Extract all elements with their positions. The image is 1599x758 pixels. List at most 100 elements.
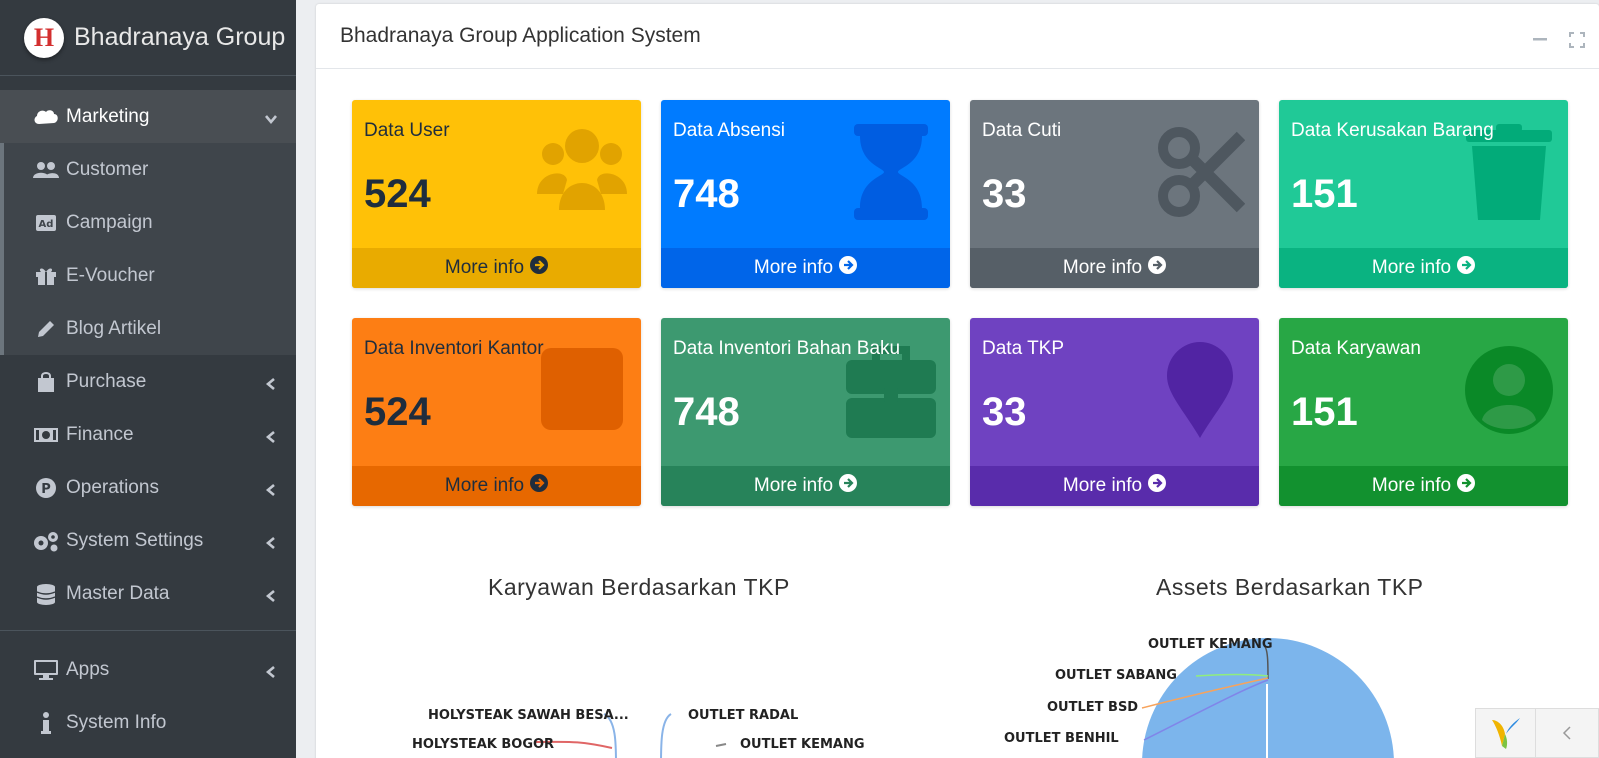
users-icon [537,124,627,220]
brand-name: Bhadranaya Group [74,23,286,51]
chevron-left-icon[interactable] [1536,709,1598,757]
sidebar-item-label: Marketing [66,105,150,127]
page-title: Bhadranaya Group Application System [340,24,701,47]
sidebar-item-system-settings[interactable]: System Settings [0,514,296,567]
debug-toolbar[interactable] [1475,708,1599,758]
pie-connector [660,713,672,758]
arrow-circle-right-icon [833,474,858,498]
chart-title-karyawan: Karyawan Berdasarkan TKP [488,574,790,600]
sidebar-item-label: Operations [66,476,159,498]
map-marker-icon [1155,342,1245,438]
sidebar-item-campaign[interactable]: Ad Campaign [0,196,296,249]
sidebar-item-blog-artikel[interactable]: Blog Artikel [0,302,296,355]
stat-box-data-inventori-bahan-baku: Data Inventori Bahan Baku 748 More info [661,318,950,506]
more-info-link[interactable]: More info [352,248,641,288]
parking-icon: P [32,477,60,499]
main-card: Bhadranaya Group Application System Data… [316,4,1599,758]
more-info-label: More info [1062,257,1143,278]
sidebar-item-marketing[interactable]: Marketing [0,90,296,143]
sidebar-item-apps[interactable]: Apps [0,643,296,696]
users-icon [32,159,60,181]
box-value: 33 [982,390,1027,434]
sidebar-item-label: Finance [66,423,134,445]
sidebar-item-label: Customer [66,158,149,180]
box-value: 524 [364,172,431,216]
pencil-icon [32,318,60,340]
chevron-left-icon [264,375,278,390]
sidebar-item-finance[interactable]: Finance [0,408,296,461]
sidebar-item-e-voucher[interactable]: E-Voucher [0,249,296,302]
more-info-link[interactable]: More info [352,466,641,506]
brand-logo: H [24,17,64,58]
arrow-circle-right-icon [524,256,549,280]
sidebar-item-master-data[interactable]: Master Data [0,567,296,620]
box-value: 33 [982,172,1027,216]
more-info-link[interactable]: More info [1279,466,1568,506]
sidebar-item-label: Apps [66,658,110,680]
more-info-link[interactable]: More info [661,466,950,506]
database-icon [32,583,60,605]
svg-text:P: P [41,482,51,497]
pie-label: HOLYSTEAK BOGOR [412,737,555,752]
more-info-link[interactable]: More info [661,248,950,288]
yii-logo-icon[interactable] [1476,709,1536,757]
hourglass-icon [846,124,936,220]
more-info-label: More info [1371,475,1452,496]
sidebar-item-customer[interactable]: Customer [0,143,296,196]
sidebar-item-system-info[interactable]: System Info [0,696,296,749]
sidebar-item-label: Master Data [66,582,170,604]
chevron-left-icon [264,663,278,678]
nav-divider [0,630,296,631]
arrow-circle-right-icon [1142,256,1167,280]
sidebar: H Bhadranaya Group Marketing Customer Ad… [0,0,296,758]
stat-box-data-karyawan: Data Karyawan 151 More info [1279,318,1568,506]
pie-label: OUTLET SABANG [1055,668,1177,683]
more-info-label: More info [444,475,525,496]
card-tools [1533,32,1585,53]
stat-box-data-user: Data User 524 More info [352,100,641,288]
desktop-icon [32,659,60,681]
minimize-icon[interactable] [1533,32,1547,53]
square-icon [537,342,627,438]
box-value: 151 [1291,390,1358,434]
more-info-link[interactable]: More info [970,466,1259,506]
chevron-down-icon [264,110,278,124]
sidebar-item-label: E-Voucher [66,264,155,286]
stat-box-data-absensi: Data Absensi 748 More info [661,100,950,288]
gift-icon [32,265,60,287]
arrow-circle-right-icon [1451,256,1476,280]
more-info-link[interactable]: More info [970,248,1259,288]
arrow-circle-right-icon [524,474,549,498]
arrow-circle-right-icon [833,256,858,280]
sidebar-item-label: System Info [66,711,167,733]
brand[interactable]: H Bhadranaya Group [0,0,296,76]
box-title: Data User [364,120,450,141]
sidebar-item-purchase[interactable]: Purchase [0,355,296,408]
stat-box-data-cuti: Data Cuti 33 More info [970,100,1259,288]
sidebar-item-label: Purchase [66,370,147,392]
pie-label: OUTLET KEMANG [740,737,865,752]
money-bill-icon [32,424,60,446]
box-value: 748 [673,390,740,434]
sidebar-item-label: System Settings [66,529,204,551]
shopping-bag-icon [32,371,60,393]
more-info-label: More info [444,257,525,278]
chart-title-assets: Assets Berdasarkan TKP [1156,574,1424,600]
maximize-icon[interactable] [1569,32,1585,53]
salesforce-cloud-icon [32,106,60,128]
box-value: 524 [364,390,431,434]
chevron-left-icon [264,534,278,549]
sidebar-item-operations[interactable]: P Operations [0,461,296,514]
more-info-label: More info [1062,475,1143,496]
more-info-label: More info [753,257,834,278]
info-icon [32,711,60,734]
chevron-left-icon [264,587,278,602]
more-info-label: More info [753,475,834,496]
sidebar-nav: Marketing Customer Ad Campaign E-Voucher [0,90,296,749]
more-info-link[interactable]: More info [1279,248,1568,288]
box-title: Data Inventori Kantor [364,338,544,359]
stat-box-data-kerusakan-barang: Data Kerusakan Barang 151 More info [1279,100,1568,288]
box-title: Data Absensi [673,120,785,141]
pie-label: OUTLET BSD [1047,700,1139,715]
cogs-icon [32,530,60,552]
